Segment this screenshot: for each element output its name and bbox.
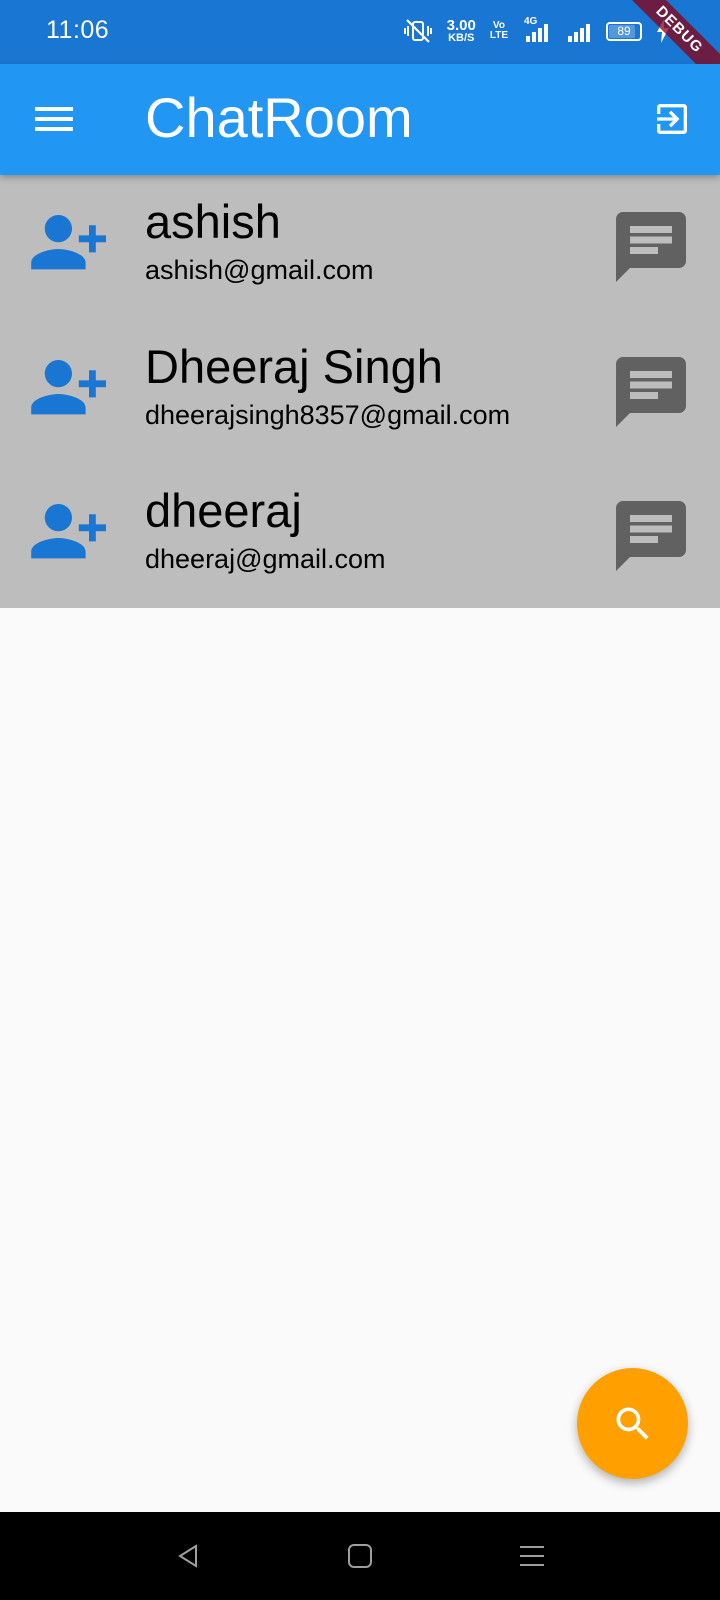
list-item[interactable]: ashish ashish@gmail.com bbox=[0, 175, 720, 320]
recents-icon bbox=[520, 1546, 544, 1566]
chat-icon[interactable] bbox=[616, 501, 686, 571]
chatroom-screen: 11:06 3.00 KB/S Vo LTE 4G 89 DEBUG ChatR… bbox=[0, 0, 720, 1600]
signal-icon bbox=[566, 18, 592, 44]
logout-button[interactable] bbox=[644, 91, 700, 147]
recents-button[interactable] bbox=[514, 1538, 550, 1574]
home-icon bbox=[348, 1544, 372, 1568]
user-email: dheeraj@gmail.com bbox=[145, 544, 386, 574]
volte-line2: LTE bbox=[489, 30, 508, 41]
network-speed-indicator: 3.00 KB/S bbox=[446, 16, 476, 44]
add-user-icon[interactable] bbox=[30, 504, 114, 572]
vibrate-mute-icon bbox=[403, 18, 433, 44]
user-name: Dheeraj Singh bbox=[145, 340, 443, 393]
app-title: ChatRoom bbox=[145, 86, 413, 149]
home-button[interactable] bbox=[342, 1538, 378, 1574]
status-bar: 11:06 3.00 KB/S Vo LTE 4G 89 bbox=[0, 0, 720, 64]
user-name: dheeraj bbox=[145, 484, 302, 537]
hamburger-menu-icon bbox=[35, 107, 73, 131]
net-speed-unit: KB/S bbox=[448, 31, 475, 44]
search-icon bbox=[616, 1407, 649, 1440]
signal-4g-icon: 4G bbox=[522, 16, 552, 44]
add-user-icon[interactable] bbox=[30, 360, 114, 428]
menu-button[interactable] bbox=[26, 91, 82, 147]
user-email: dheerajsingh8357@gmail.com bbox=[145, 400, 511, 430]
volte-icon: Vo LTE bbox=[490, 21, 508, 41]
list-item[interactable]: Dheeraj Singh dheerajsingh8357@gmail.com bbox=[0, 320, 720, 464]
chat-icon[interactable] bbox=[616, 212, 686, 282]
app-bar: ChatRoom bbox=[0, 64, 720, 175]
net-speed-value: 3.00 bbox=[446, 16, 476, 34]
battery-level: 89 bbox=[617, 24, 631, 38]
back-button[interactable] bbox=[170, 1538, 206, 1574]
back-icon bbox=[178, 1544, 197, 1568]
battery-icon: 89 bbox=[606, 21, 642, 41]
user-email: ashish@gmail.com bbox=[145, 255, 374, 285]
add-user-icon[interactable] bbox=[30, 215, 114, 283]
user-name: ashish bbox=[145, 195, 281, 248]
chat-icon[interactable] bbox=[616, 357, 686, 427]
status-time: 11:06 bbox=[46, 16, 110, 44]
list-item[interactable]: dheeraj dheeraj@gmail.com bbox=[0, 464, 720, 608]
search-fab-button[interactable] bbox=[577, 1368, 688, 1479]
user-list: ashish ashish@gmail.com Dheeraj Singh dh… bbox=[0, 175, 720, 608]
logout-icon bbox=[657, 104, 687, 134]
system-nav-bar bbox=[0, 1512, 720, 1600]
status-icons: 3.00 KB/S Vo LTE 4G 89 bbox=[403, 16, 670, 46]
